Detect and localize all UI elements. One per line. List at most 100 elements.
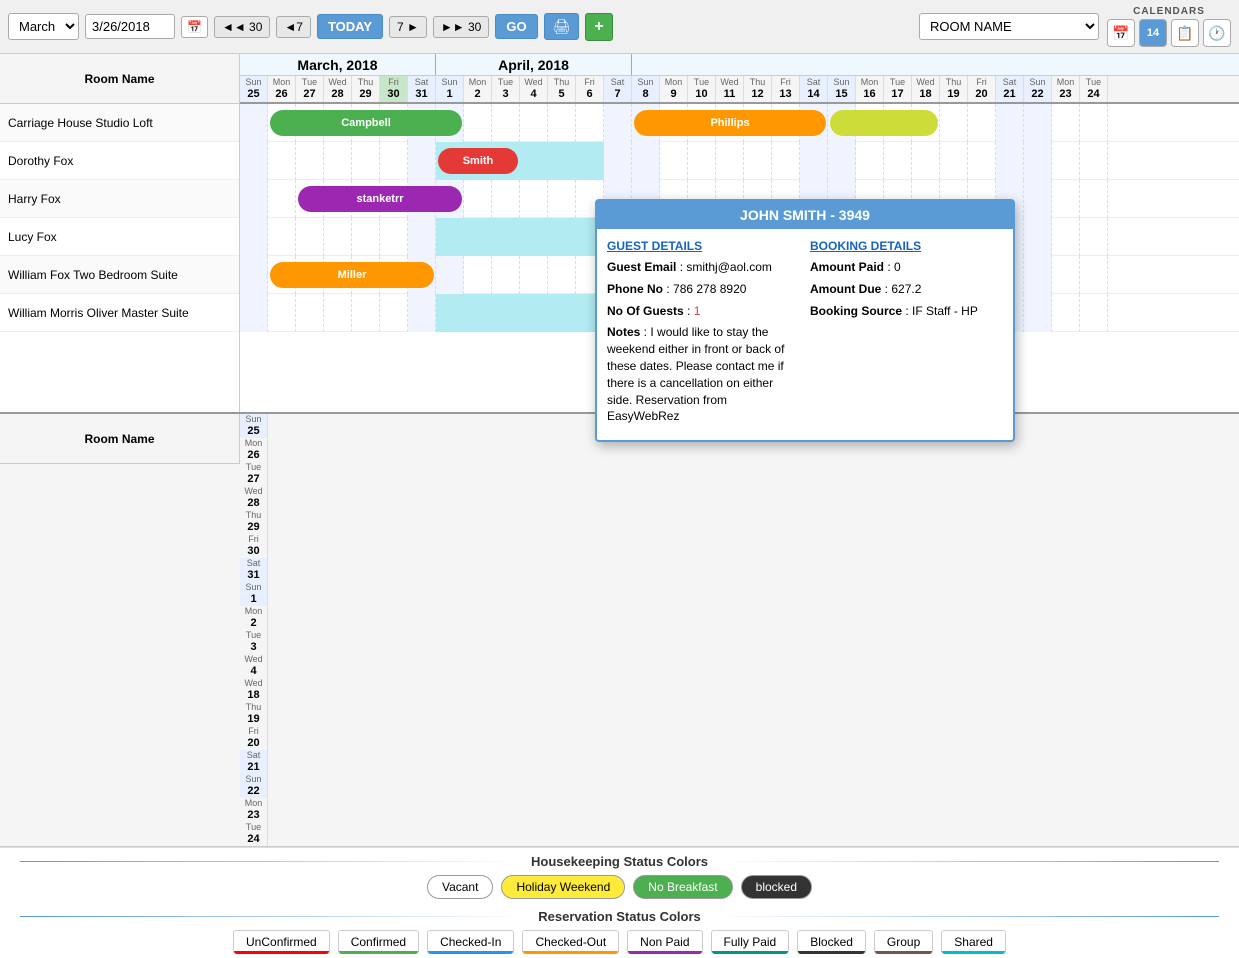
day-header-25: Thu19	[940, 76, 968, 102]
day-header-30: Tue24	[1080, 76, 1108, 102]
april-header: April, 2018	[436, 54, 632, 75]
back7-button[interactable]: ◄7	[276, 16, 311, 38]
day-header-5: Fri30	[380, 76, 408, 102]
grid-cal-icon[interactable]: 14	[1139, 19, 1167, 47]
grid-cell	[576, 104, 604, 142]
date-input[interactable]	[85, 14, 175, 39]
today-button[interactable]: TODAY	[317, 14, 383, 39]
booking-bar[interactable]	[830, 110, 938, 136]
grid-cell	[1024, 218, 1052, 256]
back30-button[interactable]: ◄◄ 30	[214, 16, 270, 38]
booking-bar[interactable]: Smith	[438, 148, 518, 174]
bottom-day-4: Thu29	[240, 510, 268, 534]
grid-cell	[548, 180, 576, 218]
grid-cell	[408, 142, 436, 180]
housekeeping-section: Housekeeping Status Colors Vacant Holida…	[0, 847, 1239, 903]
grid-cell	[968, 142, 996, 180]
bottom-day-7: Sun1	[240, 582, 268, 606]
grid-cell	[268, 294, 296, 332]
bottom-day-19: Fri20	[240, 726, 268, 750]
grid-cell	[464, 180, 492, 218]
day-header-22: Mon16	[856, 76, 884, 102]
march-header: March, 2018	[240, 54, 436, 75]
grid-cell	[1052, 294, 1080, 332]
grid-cell	[436, 218, 464, 256]
grid-cell	[660, 142, 688, 180]
print-button[interactable]: 🖨	[544, 13, 580, 40]
grid-cell	[1052, 142, 1080, 180]
reservation-badges: UnConfirmed Confirmed Checked-In Checked…	[20, 930, 1219, 954]
list-cal-icon[interactable]: 📋	[1171, 19, 1199, 47]
bottom-day-20: Sat21	[240, 750, 268, 774]
bottom-day-5: Fri30	[240, 534, 268, 558]
day-header-24: Wed18	[912, 76, 940, 102]
booking-bar[interactable]: stanketrr	[298, 186, 462, 212]
grid-cell	[492, 256, 520, 294]
add-button[interactable]: +	[585, 13, 612, 41]
grid-cell	[520, 218, 548, 256]
grid-cell	[632, 142, 660, 180]
badge-fullypaid: Fully Paid	[711, 930, 790, 954]
go-button[interactable]: GO	[495, 14, 537, 39]
calendars-label: CALENDARS	[1133, 6, 1205, 17]
booking-section-title[interactable]: BOOKING DETAILS	[810, 239, 1003, 253]
fwd7-button[interactable]: 7 ►	[389, 16, 427, 38]
calendar-icon[interactable]: 📅	[181, 16, 208, 38]
bottom-date-row: Room Name Sun25Mon26Tue27Wed28Thu29Fri30…	[0, 412, 1239, 847]
grid-cell	[744, 142, 772, 180]
hk-vacant-badge: Vacant	[427, 875, 493, 899]
grid-cell	[324, 294, 352, 332]
badge-nonpaid: Non Paid	[627, 930, 702, 954]
booking-bar[interactable]: Miller	[270, 262, 434, 288]
booking-popup: JOHN SMITH - 3949 GUEST DETAILS Guest Em…	[595, 199, 1015, 442]
day-header-19: Fri13	[772, 76, 800, 102]
booking-bar[interactable]: Campbell	[270, 110, 462, 136]
grid-cell	[464, 218, 492, 256]
day-header-18: Thu12	[744, 76, 772, 102]
grid-cell	[1052, 104, 1080, 142]
grid-cell	[604, 104, 632, 142]
room-william-fox: William Fox Two Bedroom Suite	[0, 256, 239, 294]
day-header-0: Sun25	[240, 76, 268, 102]
grid-cell	[464, 256, 492, 294]
guest-section-title[interactable]: GUEST DETAILS	[607, 239, 800, 253]
grid-cell	[1024, 256, 1052, 294]
bottom-day-0: Sun25	[240, 414, 268, 438]
grid-cell	[492, 294, 520, 332]
grid-cell	[800, 142, 828, 180]
toolbar: March April May 📅 ◄◄ 30 ◄7 TODAY 7 ► ►► …	[0, 0, 1239, 54]
bottom-day-3: Wed28	[240, 486, 268, 510]
popup-guest: GUEST DETAILS Guest Email : smithj@aol.c…	[607, 239, 800, 430]
grid-cell	[520, 256, 548, 294]
bottom-day-9: Tue3	[240, 630, 268, 654]
day-headers: Sun25Mon26Tue27Wed28Thu29Fri30Sat31Sun1M…	[240, 76, 1239, 104]
clock-cal-icon[interactable]: 🕐	[1203, 19, 1231, 47]
popup-body: GUEST DETAILS Guest Email : smithj@aol.c…	[597, 229, 1013, 440]
day-header-16: Tue10	[688, 76, 716, 102]
grid-cell	[324, 218, 352, 256]
fwd30-button[interactable]: ►► 30	[433, 16, 489, 38]
grid-cell	[1052, 218, 1080, 256]
room-name-select[interactable]: ROOM NAME	[919, 13, 1099, 40]
toolbar-right: ROOM NAME CALENDARS 📅 14 📋 🕐	[919, 6, 1231, 47]
grid-cell	[520, 142, 548, 180]
monthly-cal-icon[interactable]: 📅	[1107, 19, 1135, 47]
grid-cell	[772, 142, 800, 180]
reservation-section: Reservation Status Colors UnConfirmed Co…	[0, 903, 1239, 958]
day-header-23: Tue17	[884, 76, 912, 102]
grid-cell	[828, 142, 856, 180]
grid-cell	[464, 104, 492, 142]
grid-cell	[856, 142, 884, 180]
grid-cell	[884, 142, 912, 180]
month-select[interactable]: March April May	[8, 13, 79, 40]
day-header-26: Fri20	[968, 76, 996, 102]
grid-cell	[240, 142, 268, 180]
day-header-10: Wed4	[520, 76, 548, 102]
day-header-14: Sun8	[632, 76, 660, 102]
popup-notes: Notes : I would like to stay the weekend…	[607, 324, 800, 425]
booking-bar[interactable]: Phillips	[634, 110, 826, 136]
grid-cell	[464, 294, 492, 332]
grid-cell	[1052, 180, 1080, 218]
grid-cell	[548, 256, 576, 294]
grid-cell	[912, 142, 940, 180]
